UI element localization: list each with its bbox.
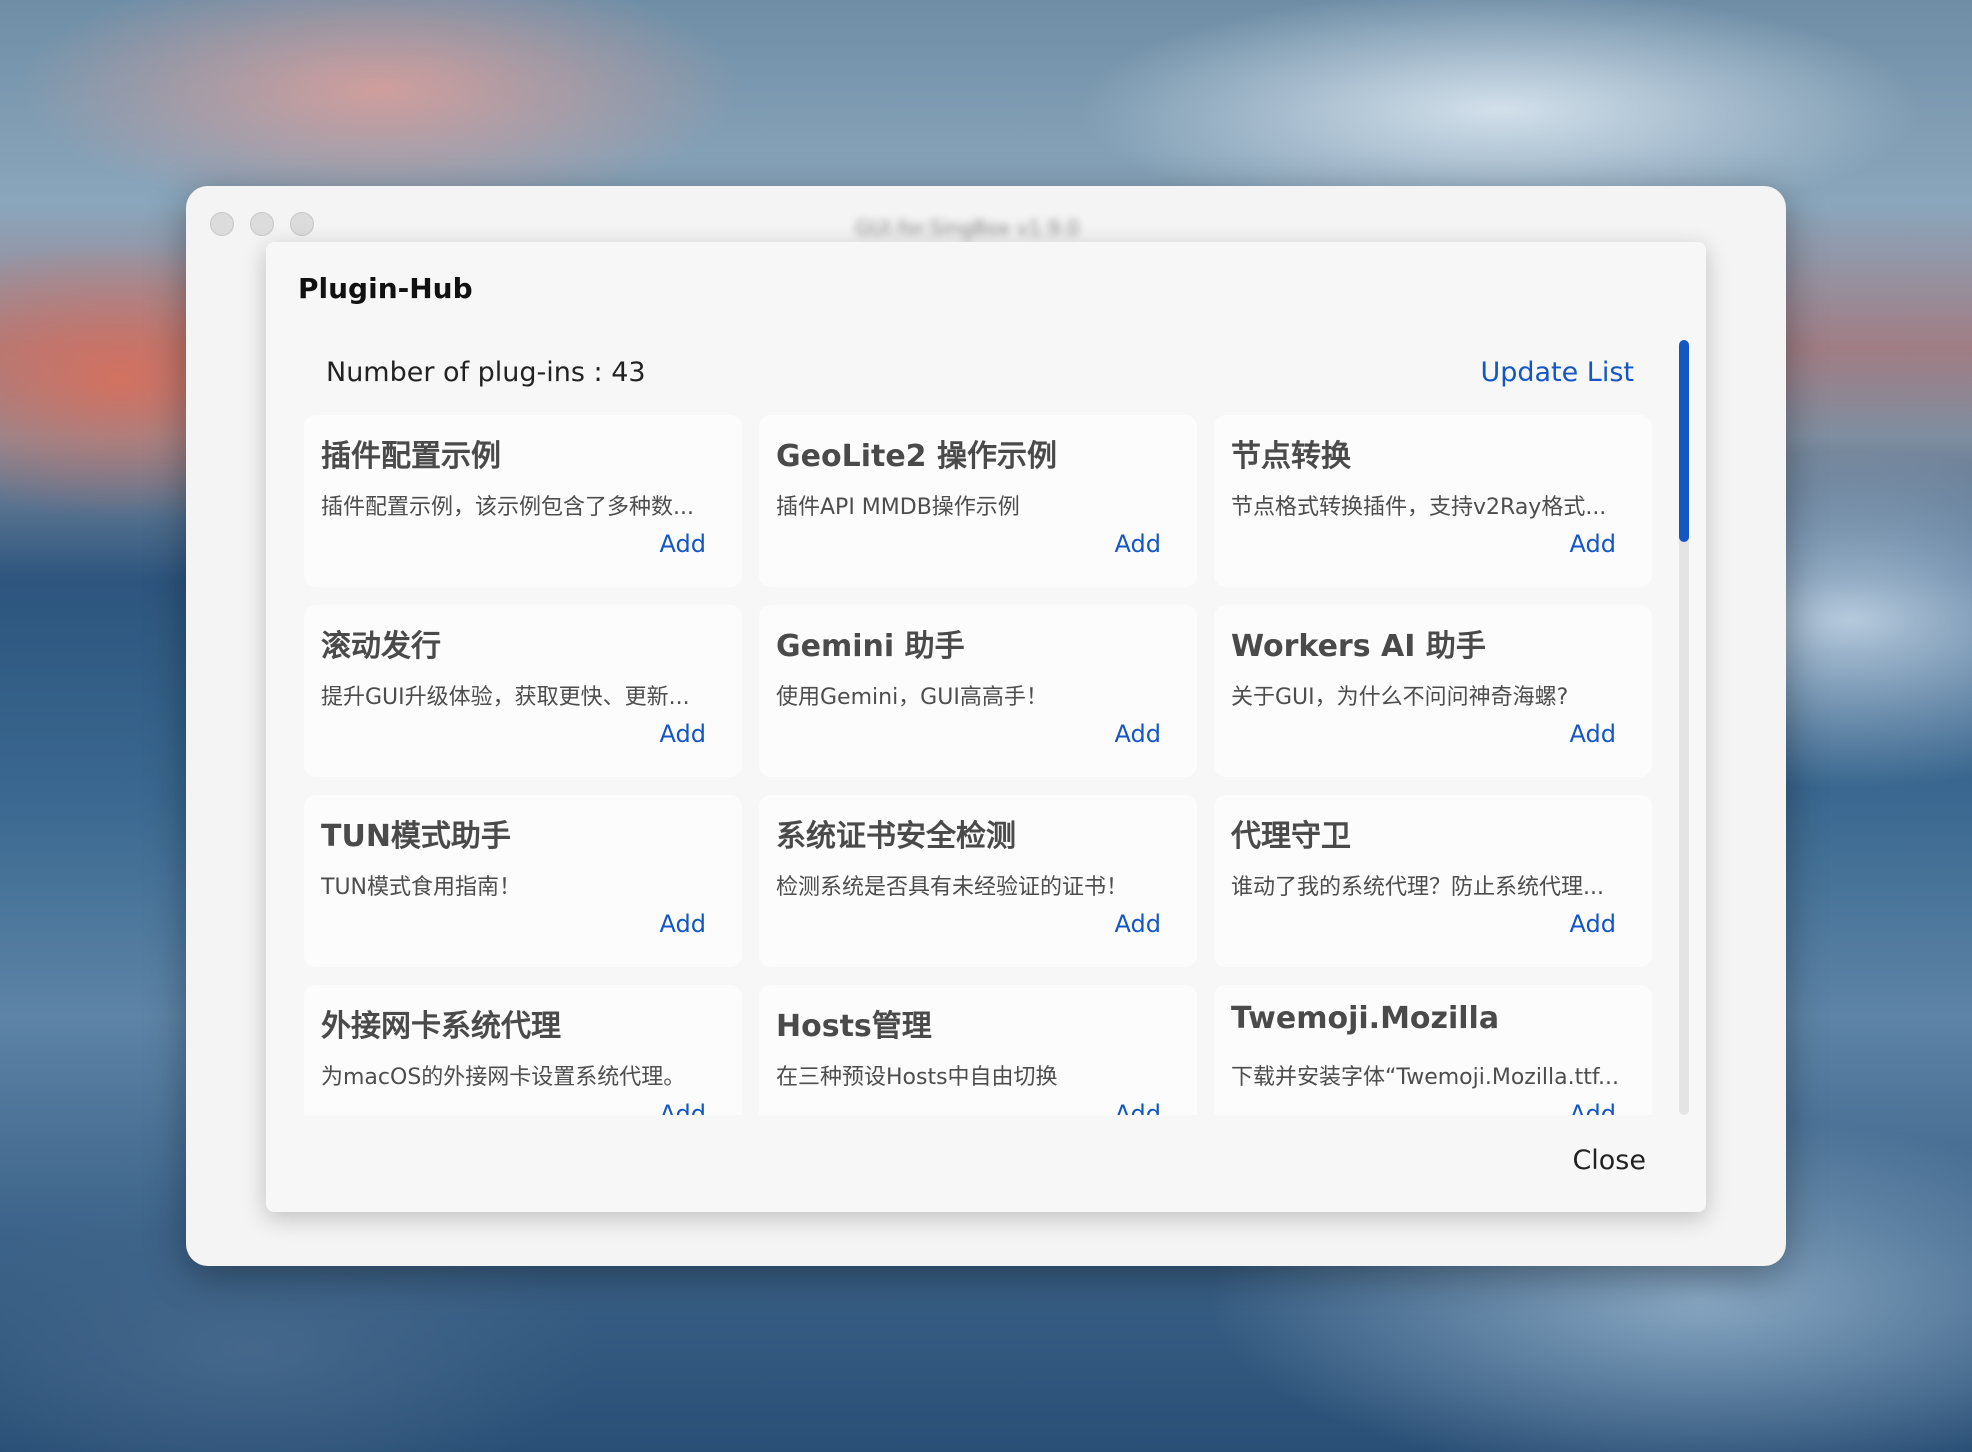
add-plugin-button[interactable]: Add	[660, 720, 706, 748]
plugin-card: Workers AI 助手 关于GUI，为什么不问问神奇海螺? Add	[1214, 605, 1652, 777]
plugin-hub-dialog: Plugin-Hub Number of plug-ins : 43 Updat…	[266, 242, 1706, 1212]
plugin-description: 关于GUI，为什么不问问神奇海螺?	[1231, 685, 1569, 710]
plugin-card: 外接网卡系统代理 为macOS的外接网卡设置系统代理。 Add	[304, 985, 742, 1115]
plugin-card: 滚动发行 提升GUI升级体验，获取更快、更新... Add	[304, 605, 742, 777]
plugin-description: 检测系统是否具有未经验证的证书！	[776, 875, 1129, 900]
plugin-description: 谁动了我的系统代理？防止系统代理...	[1231, 875, 1604, 900]
window-minimize-icon[interactable]	[250, 212, 274, 236]
plugin-description: 插件配置示例，该示例包含了多种数...	[321, 495, 694, 520]
plugin-card: 插件配置示例 插件配置示例，该示例包含了多种数... Add	[304, 415, 742, 587]
plugin-card: 系统证书安全检测 检测系统是否具有未经验证的证书！ Add	[759, 795, 1197, 967]
add-plugin-button[interactable]: Add	[660, 530, 706, 558]
add-plugin-button[interactable]: Add	[660, 1100, 706, 1115]
plugin-description: 使用Gemini，GUI高高手！	[776, 685, 1048, 710]
plugin-description: 提升GUI升级体验，获取更快、更新...	[321, 685, 690, 710]
window-title: GUI.for.SingBox v1.9.0	[855, 216, 1080, 240]
plugin-title: 外接网卡系统代理	[321, 1009, 561, 1044]
plugin-description: 下载并安装字体“Twemoji.Mozilla.ttf...	[1231, 1065, 1620, 1090]
plugin-list[interactable]: 插件配置示例 插件配置示例，该示例包含了多种数... Add GeoLite2 …	[304, 415, 1664, 1355]
plugin-description: 插件API MMDB操作示例	[776, 495, 1020, 520]
scrollbar[interactable]	[1679, 340, 1689, 1115]
add-plugin-button[interactable]: Add	[1115, 910, 1161, 938]
plugin-card: Twemoji.Mozilla 下载并安装字体“Twemoji.Mozilla.…	[1214, 985, 1652, 1115]
add-plugin-button[interactable]: Add	[1570, 530, 1616, 558]
plugin-card: Gemini 助手 使用Gemini，GUI高高手！ Add	[759, 605, 1197, 777]
dialog-title: Plugin-Hub	[298, 272, 473, 305]
plugin-title: Workers AI 助手	[1231, 629, 1486, 664]
plugin-title: Gemini 助手	[776, 629, 965, 664]
window-close-icon[interactable]	[210, 212, 234, 236]
plugin-description: 在三种预设Hosts中自由切换	[776, 1065, 1058, 1090]
plugin-title: TUN模式助手	[321, 819, 511, 854]
plugin-card: TUN模式助手 TUN模式食用指南！ Add	[304, 795, 742, 967]
add-plugin-button[interactable]: Add	[1570, 1100, 1616, 1115]
add-plugin-button[interactable]: Add	[1570, 910, 1616, 938]
add-plugin-button[interactable]: Add	[660, 910, 706, 938]
plugin-card: Hosts管理 在三种预设Hosts中自由切换 Add	[759, 985, 1197, 1115]
plugin-title: 节点转换	[1231, 439, 1351, 474]
plugin-title: 插件配置示例	[321, 439, 501, 474]
plugin-description: TUN模式食用指南！	[321, 875, 521, 900]
plugin-description: 为macOS的外接网卡设置系统代理。	[321, 1065, 686, 1090]
add-plugin-button[interactable]: Add	[1570, 720, 1616, 748]
window-zoom-icon[interactable]	[290, 212, 314, 236]
plugin-title: Twemoji.Mozilla	[1231, 1001, 1500, 1036]
plugin-grid: 插件配置示例 插件配置示例，该示例包含了多种数... Add GeoLite2 …	[304, 415, 1664, 1115]
add-plugin-button[interactable]: Add	[1115, 530, 1161, 558]
add-plugin-button[interactable]: Add	[1115, 1100, 1161, 1115]
plugin-title: 代理守卫	[1231, 819, 1351, 854]
plugin-card: GeoLite2 操作示例 插件API MMDB操作示例 Add	[759, 415, 1197, 587]
plugin-title: 系统证书安全检测	[776, 819, 1016, 854]
plugin-title: 滚动发行	[321, 629, 441, 664]
plugin-title: Hosts管理	[776, 1009, 932, 1044]
scrollbar-thumb[interactable]	[1679, 340, 1689, 542]
add-plugin-button[interactable]: Add	[1115, 720, 1161, 748]
plugin-card: 代理守卫 谁动了我的系统代理？防止系统代理... Add	[1214, 795, 1652, 967]
plugin-count: Number of plug-ins : 43	[326, 357, 646, 388]
close-button[interactable]: Close	[1572, 1145, 1646, 1176]
plugin-title: GeoLite2 操作示例	[776, 439, 1057, 474]
update-list-button[interactable]: Update List	[1480, 357, 1634, 388]
plugin-description: 节点格式转换插件，支持v2Ray格式...	[1231, 495, 1607, 520]
plugin-card: 节点转换 节点格式转换插件，支持v2Ray格式... Add	[1214, 415, 1652, 587]
